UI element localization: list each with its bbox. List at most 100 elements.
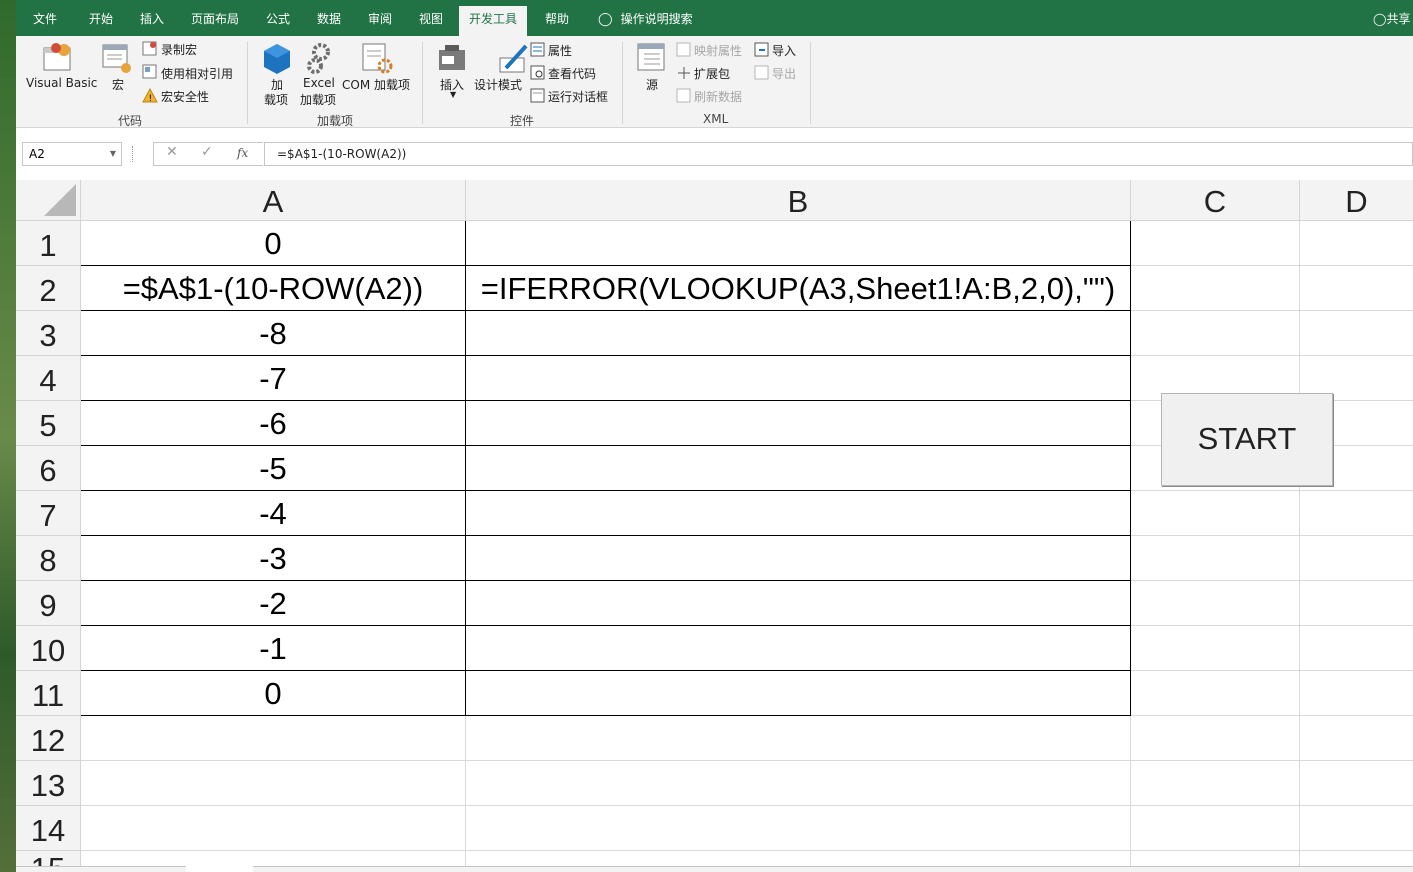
tab-review[interactable]: 审阅	[368, 0, 392, 36]
group-title-code: 代码	[118, 114, 143, 128]
map-properties-button[interactable]: 映射属性	[694, 42, 742, 59]
cell-a11[interactable]: 0	[81, 671, 465, 715]
view-code-button[interactable]: 查看代码	[548, 65, 596, 82]
gridline	[81, 850, 1413, 851]
sheet-tab-area	[16, 866, 186, 872]
row-header[interactable]: 12	[16, 716, 81, 761]
horizontal-scrollbar[interactable]	[253, 866, 1413, 872]
add-ins-label-line2[interactable]: 载项	[264, 91, 288, 108]
map-properties-icon	[676, 42, 691, 57]
refresh-data-button[interactable]: 刷新数据	[694, 88, 742, 105]
insert-function-icon[interactable]: fx	[237, 146, 248, 160]
group-separator	[622, 42, 623, 124]
cell-a2[interactable]: =$A$1-(10-ROW(A2))	[81, 266, 465, 310]
tab-developer[interactable]: 开发工具	[459, 6, 528, 36]
gridline	[81, 805, 1413, 806]
cell-b2[interactable]: =IFERROR(VLOOKUP(A3,Sheet1!A:B,2,0),"")	[466, 266, 1130, 310]
export-button[interactable]: 导出	[772, 65, 796, 82]
properties-button[interactable]: 属性	[548, 42, 572, 59]
import-button[interactable]: 导入	[772, 42, 796, 59]
column-header-c[interactable]: C	[1131, 180, 1300, 221]
excel-add-ins-line2[interactable]: 加载项	[300, 91, 336, 108]
cell-a10[interactable]: -1	[81, 626, 465, 670]
view-code-icon	[530, 65, 545, 80]
cell-a6[interactable]: -5	[81, 446, 465, 490]
select-all-triangle-icon	[44, 184, 76, 216]
name-box-value: A2	[29, 147, 45, 161]
cell-a9[interactable]: -2	[81, 581, 465, 625]
tell-me-search[interactable]: ◯ 操作说明搜索	[598, 0, 693, 36]
ribbon: Visual Basic 宏 录制宏 使用相对引用 ! 宏安全性 代码 加 载项…	[16, 36, 1413, 128]
group-separator	[422, 42, 423, 124]
run-dialog-icon	[530, 88, 545, 103]
cell-a1[interactable]: 0	[81, 221, 465, 265]
record-macro-button[interactable]: 录制宏	[161, 41, 197, 58]
row-header[interactable]: 3	[16, 311, 81, 356]
run-dialog-button[interactable]: 运行对话框	[548, 88, 608, 105]
row-header[interactable]: 5	[16, 401, 81, 446]
cell-a8[interactable]: -3	[81, 536, 465, 580]
menu-bar: 文件 开始 插入 页面布局 公式 数据 审阅 视图 开发工具 帮助 ◯ 操作说明搜…	[16, 0, 1413, 36]
visual-basic-button[interactable]: Visual Basic	[26, 76, 97, 90]
tab-formulas[interactable]: 公式	[266, 0, 290, 36]
start-button[interactable]: START	[1161, 393, 1333, 486]
svg-text:!: !	[149, 94, 153, 104]
macro-security-button[interactable]: 宏安全性	[161, 88, 209, 105]
cell-a7[interactable]: -4	[81, 491, 465, 535]
com-add-ins-button[interactable]: COM 加载项	[342, 76, 410, 93]
tab-insert[interactable]: 插入	[140, 0, 164, 36]
gridline	[1299, 221, 1300, 872]
share-button[interactable]: ◯共享	[1373, 0, 1413, 36]
design-mode-button[interactable]: 设计模式	[474, 76, 522, 93]
record-macro-icon	[142, 41, 157, 56]
row-header[interactable]: 8	[16, 536, 81, 581]
group-title-xml: XML	[703, 112, 729, 126]
row-header[interactable]: 4	[16, 356, 81, 401]
group-title-add-ins: 加载项	[317, 114, 354, 128]
row-header[interactable]: 7	[16, 491, 81, 536]
group-title-controls: 控件	[510, 114, 535, 128]
row-header[interactable]: 6	[16, 446, 81, 491]
relative-reference-icon	[142, 64, 157, 79]
insert-controls-icon	[439, 45, 465, 70]
tab-view[interactable]: 视图	[419, 0, 443, 36]
tab-home[interactable]: 开始	[89, 0, 113, 36]
cell-a4[interactable]: -7	[81, 356, 465, 400]
enter-check-icon[interactable]: ✓	[201, 144, 213, 160]
column-header-a[interactable]: A	[81, 180, 466, 221]
tab-page-layout[interactable]: 页面布局	[191, 0, 239, 36]
column-header-d[interactable]: D	[1300, 180, 1413, 221]
export-icon	[754, 65, 769, 80]
row-header[interactable]: 14	[16, 806, 81, 851]
macros-icon	[102, 44, 131, 73]
row-header[interactable]: 10	[16, 626, 81, 671]
chevron-down-icon[interactable]: ▼	[450, 90, 456, 99]
macros-button[interactable]: 宏	[112, 76, 124, 93]
row-header[interactable]: 11	[16, 671, 81, 716]
lightbulb-icon: ◯	[598, 12, 613, 27]
row-header[interactable]: 13	[16, 761, 81, 806]
row-header[interactable]: 1	[16, 221, 81, 266]
expansion-packs-icon	[678, 67, 690, 79]
row-header[interactable]: 2	[16, 266, 81, 311]
cancel-icon[interactable]: ✕	[166, 144, 178, 160]
xml-source-button[interactable]: 源	[646, 76, 658, 93]
select-all-button[interactable]	[16, 180, 81, 221]
expansion-packs-button[interactable]: 扩展包	[694, 65, 730, 82]
tab-file[interactable]: 文件	[33, 0, 57, 36]
excel-add-ins-line1[interactable]: Excel	[303, 76, 335, 90]
column-header-b[interactable]: B	[466, 180, 1131, 221]
formula-input[interactable]: =$A$1-(10-ROW(A2))	[264, 142, 1413, 166]
name-box[interactable]: A2 ▼	[22, 142, 122, 166]
properties-icon	[530, 42, 545, 57]
row-header[interactable]: 9	[16, 581, 81, 626]
tab-help[interactable]: 帮助	[545, 0, 569, 36]
formula-bar-splitter[interactable]	[132, 146, 136, 162]
relative-reference-button[interactable]: 使用相对引用	[161, 65, 233, 82]
cell-a5[interactable]: -6	[81, 401, 465, 445]
chevron-down-icon[interactable]: ▼	[110, 143, 116, 165]
share-label: 共享	[1386, 12, 1411, 26]
tab-data[interactable]: 数据	[317, 0, 341, 36]
cell-a3[interactable]: -8	[81, 311, 465, 355]
add-ins-icon	[264, 44, 290, 74]
